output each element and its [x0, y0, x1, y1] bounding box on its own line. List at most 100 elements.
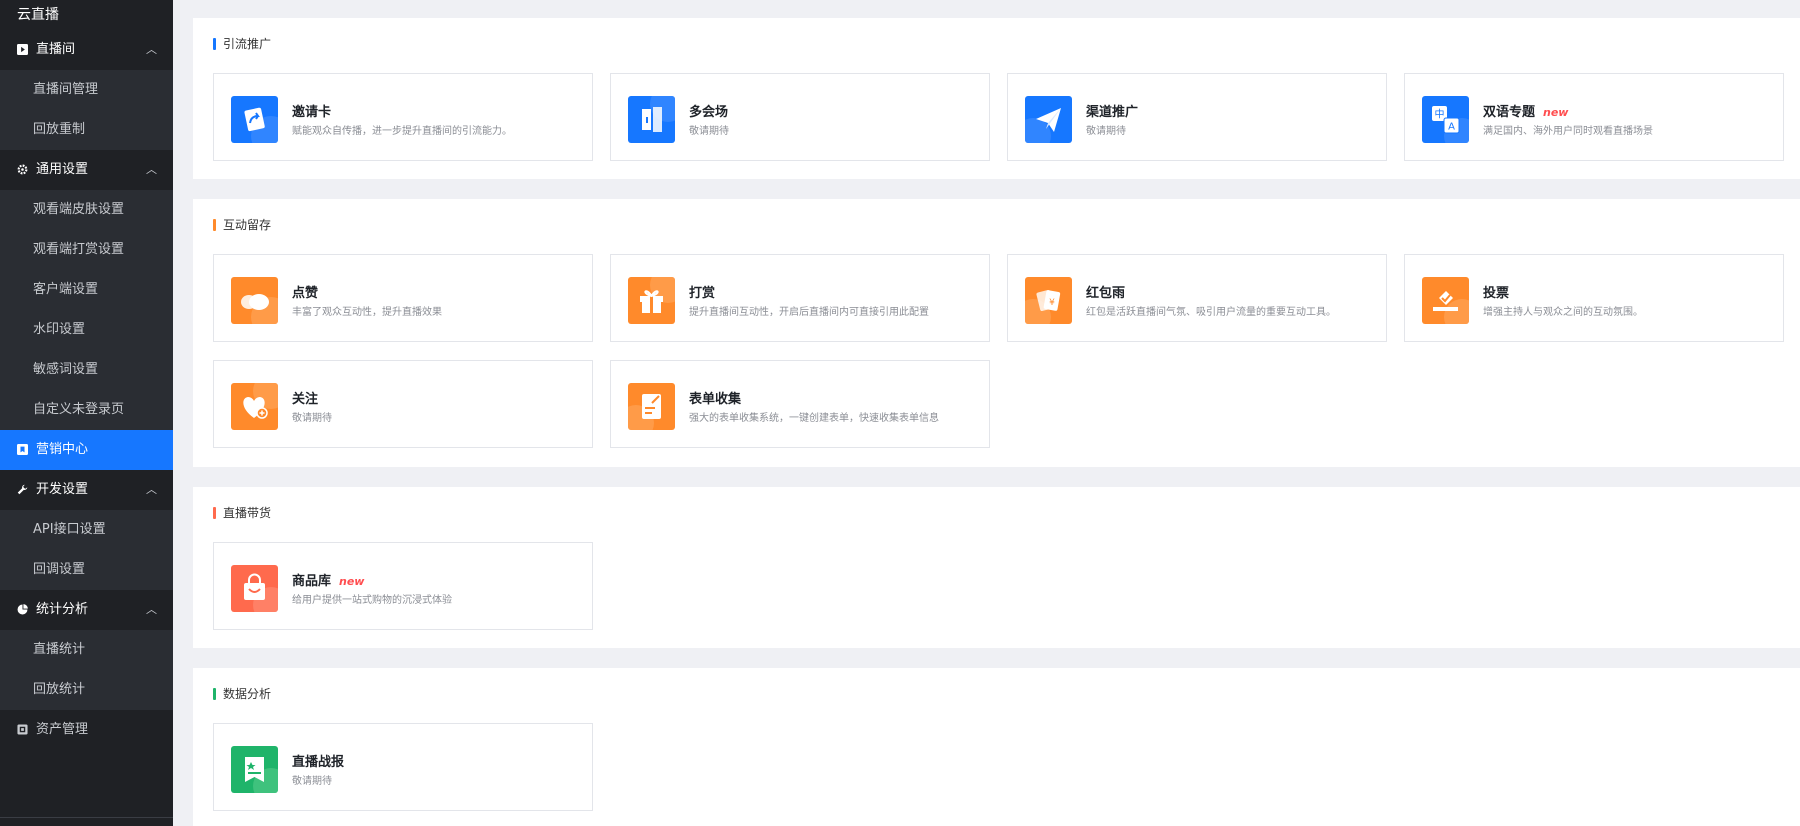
section-title: 数据分析 [213, 687, 271, 701]
svg-text:A: A [1448, 122, 1455, 133]
card-description: 敬请期待 [1086, 126, 1126, 137]
card-title: 投票 [1483, 286, 1510, 301]
feature-card-bilingual-topic[interactable]: 中A 双语专题 new 满足国内、海外用户同时观看直播场景 [1404, 73, 1784, 161]
feature-card-invite-card[interactable]: 邀请卡 赋能观众自传播，进一步提升直播间的引流能力。 [213, 73, 593, 161]
feature-card-form-collection[interactable]: 表单收集 强大的表单收集系统，一键创建表单，快速收集表单信息 [610, 360, 990, 448]
card-description: 增强主持人与观众之间的互动氛围。 [1483, 307, 1643, 318]
gift-icon [628, 277, 675, 324]
section-title-text: 数据分析 [223, 687, 272, 701]
sidebar-group-label: 统计分析 [36, 602, 89, 617]
vote-icon [1422, 277, 1469, 324]
sidebar-group-general-settings[interactable]: 通用设置 ︿ [0, 150, 173, 190]
feature-card-live-report[interactable]: 直播战报 敬请期待 [213, 723, 593, 811]
paper-plane-icon [1025, 96, 1072, 143]
card-title: 渠道推广 [1086, 105, 1139, 120]
section-accent-bar [213, 38, 216, 50]
card-description: 满足国内、海外用户同时观看直播场景 [1483, 126, 1653, 137]
feature-card-vote[interactable]: 投票 增强主持人与观众之间的互动氛围。 [1404, 254, 1784, 342]
card-description: 强大的表单收集系统，一键创建表单，快速收集表单信息 [689, 413, 939, 424]
play-square-icon [17, 44, 28, 55]
asset-box-icon [17, 724, 28, 735]
card-description: 红包是活跃直播间气氛、吸引用户流量的重要互动工具。 [1086, 307, 1336, 318]
share-card-icon [231, 96, 278, 143]
sidebar-item-custom-login-page[interactable]: 自定义未登录页 [0, 390, 173, 430]
sidebar-item-client-settings[interactable]: 客户端设置 [0, 270, 173, 310]
feature-card-red-packet-rain[interactable]: ¥ 红包雨 红包是活跃直播间气氛、吸引用户流量的重要互动工具。 [1007, 254, 1387, 342]
wrench-icon [17, 484, 28, 495]
sidebar-group-analytics[interactable]: 统计分析 ︿ [0, 590, 173, 630]
section-title-text: 引流推广 [223, 37, 272, 51]
new-badge: new [1543, 106, 1569, 119]
card-title: 红包雨 [1086, 286, 1126, 301]
section-live-commerce: 直播带货 商品库 new 给用户提供一站式购物的沉浸式体验 [193, 487, 1800, 648]
card-description: 提升直播间互动性，开启后直播间内可直接引用此配置 [689, 307, 929, 318]
sidebar-divider [0, 817, 173, 826]
svg-text:中: 中 [1435, 108, 1445, 121]
card-description: 给用户提供一站式购物的沉浸式体验 [292, 595, 452, 606]
sidebar-group-label: 开发设置 [36, 482, 89, 497]
feature-card-like[interactable]: 点赞 丰富了观众互动性，提升直播效果 [213, 254, 593, 342]
section-title: 互动留存 [213, 218, 271, 232]
card-description: 丰富了观众互动性，提升直播效果 [292, 307, 442, 318]
sidebar-item-live-room-manage[interactable]: 直播间管理 [0, 70, 173, 110]
sidebar: 云直播 直播间 ︿ 直播间管理 回放重制 通用设置 ︿ 观看端皮肤设置 观看端打… [0, 0, 173, 826]
feature-card-product-library[interactable]: 商品库 new 给用户提供一站式购物的沉浸式体验 [213, 542, 593, 630]
bookmark-icon [17, 444, 28, 455]
sidebar-item-viewer-skin[interactable]: 观看端皮肤设置 [0, 190, 173, 230]
sidebar-item-callback-settings[interactable]: 回调设置 [0, 550, 173, 590]
red-packet-icon: ¥ [1025, 277, 1072, 324]
sidebar-group-label: 通用设置 [36, 162, 89, 177]
sidebar-group-label: 营销中心 [36, 442, 89, 457]
svg-text:¥: ¥ [1049, 298, 1055, 308]
card-title: 商品库 new [292, 574, 365, 589]
feature-card-follow[interactable]: 关注 敬请期待 [213, 360, 593, 448]
sidebar-item-api-settings[interactable]: API接口设置 [0, 510, 173, 550]
sidebar-group-label: 直播间 [36, 42, 76, 57]
section-title: 直播带货 [213, 506, 271, 520]
feature-card-reward[interactable]: 打赏 提升直播间互动性，开启后直播间内可直接引用此配置 [610, 254, 990, 342]
sidebar-group-live-room[interactable]: 直播间 ︿ [0, 30, 173, 70]
sidebar-group-marketing[interactable]: 营销中心 [0, 430, 173, 470]
chevron-up-icon: ︿ [146, 603, 157, 616]
section-interaction-retention: 互动留存 点赞 丰富了观众互动性，提升直播效果 打赏 提升直播间互动性，开启后直… [193, 199, 1800, 467]
sidebar-group-assets[interactable]: 资产管理 [0, 710, 173, 750]
section-traffic-promotion: 引流推广 邀请卡 赋能观众自传播，进一步提升直播间的引流能力。 多会场 敬请期待… [193, 18, 1800, 179]
feature-card-channel-promotion[interactable]: 渠道推广 敬请期待 [1007, 73, 1387, 161]
report-icon [231, 746, 278, 793]
card-title: 点赞 [292, 286, 319, 301]
feature-card-multi-venue[interactable]: 多会场 敬请期待 [610, 73, 990, 161]
sidebar-item-watermark[interactable]: 水印设置 [0, 310, 173, 350]
sidebar-item-viewer-reward[interactable]: 观看端打赏设置 [0, 230, 173, 270]
main-content: 引流推广 邀请卡 赋能观众自传播，进一步提升直播间的引流能力。 多会场 敬请期待… [173, 0, 1800, 826]
section-accent-bar [213, 688, 216, 700]
sidebar-item-sensitive-words[interactable]: 敏感词设置 [0, 350, 173, 390]
follow-heart-icon [231, 383, 278, 430]
card-title: 打赏 [689, 286, 716, 301]
card-title: 直播战报 [292, 755, 345, 770]
brand-title: 云直播 [17, 7, 59, 23]
card-description: 敬请期待 [689, 126, 729, 137]
sidebar-group-dev-settings[interactable]: 开发设置 ︿ [0, 470, 173, 510]
sidebar-item-replay-remake[interactable]: 回放重制 [0, 110, 173, 150]
pie-chart-icon [17, 604, 28, 615]
card-description: 赋能观众自传播，进一步提升直播间的引流能力。 [292, 126, 512, 137]
card-title: 多会场 [689, 105, 729, 120]
card-description: 敬请期待 [292, 776, 332, 787]
sidebar-item-live-stats[interactable]: 直播统计 [0, 630, 173, 670]
section-title: 引流推广 [213, 37, 271, 51]
card-title: 关注 [292, 392, 319, 407]
card-title: 邀请卡 [292, 105, 332, 120]
translate-icon: 中A [1422, 96, 1469, 143]
sidebar-group-label: 资产管理 [36, 722, 89, 737]
like-cloud-icon [231, 277, 278, 324]
card-description: 敬请期待 [292, 413, 332, 424]
section-title-text: 互动留存 [223, 218, 272, 232]
section-accent-bar [213, 219, 216, 231]
chevron-up-icon: ︿ [146, 483, 157, 496]
new-badge: new [339, 575, 365, 588]
chevron-up-icon: ︿ [146, 163, 157, 176]
sidebar-item-replay-stats[interactable]: 回放统计 [0, 670, 173, 710]
card-title: 表单收集 [689, 392, 742, 407]
form-icon [628, 383, 675, 430]
card-title: 双语专题 new [1483, 105, 1569, 120]
